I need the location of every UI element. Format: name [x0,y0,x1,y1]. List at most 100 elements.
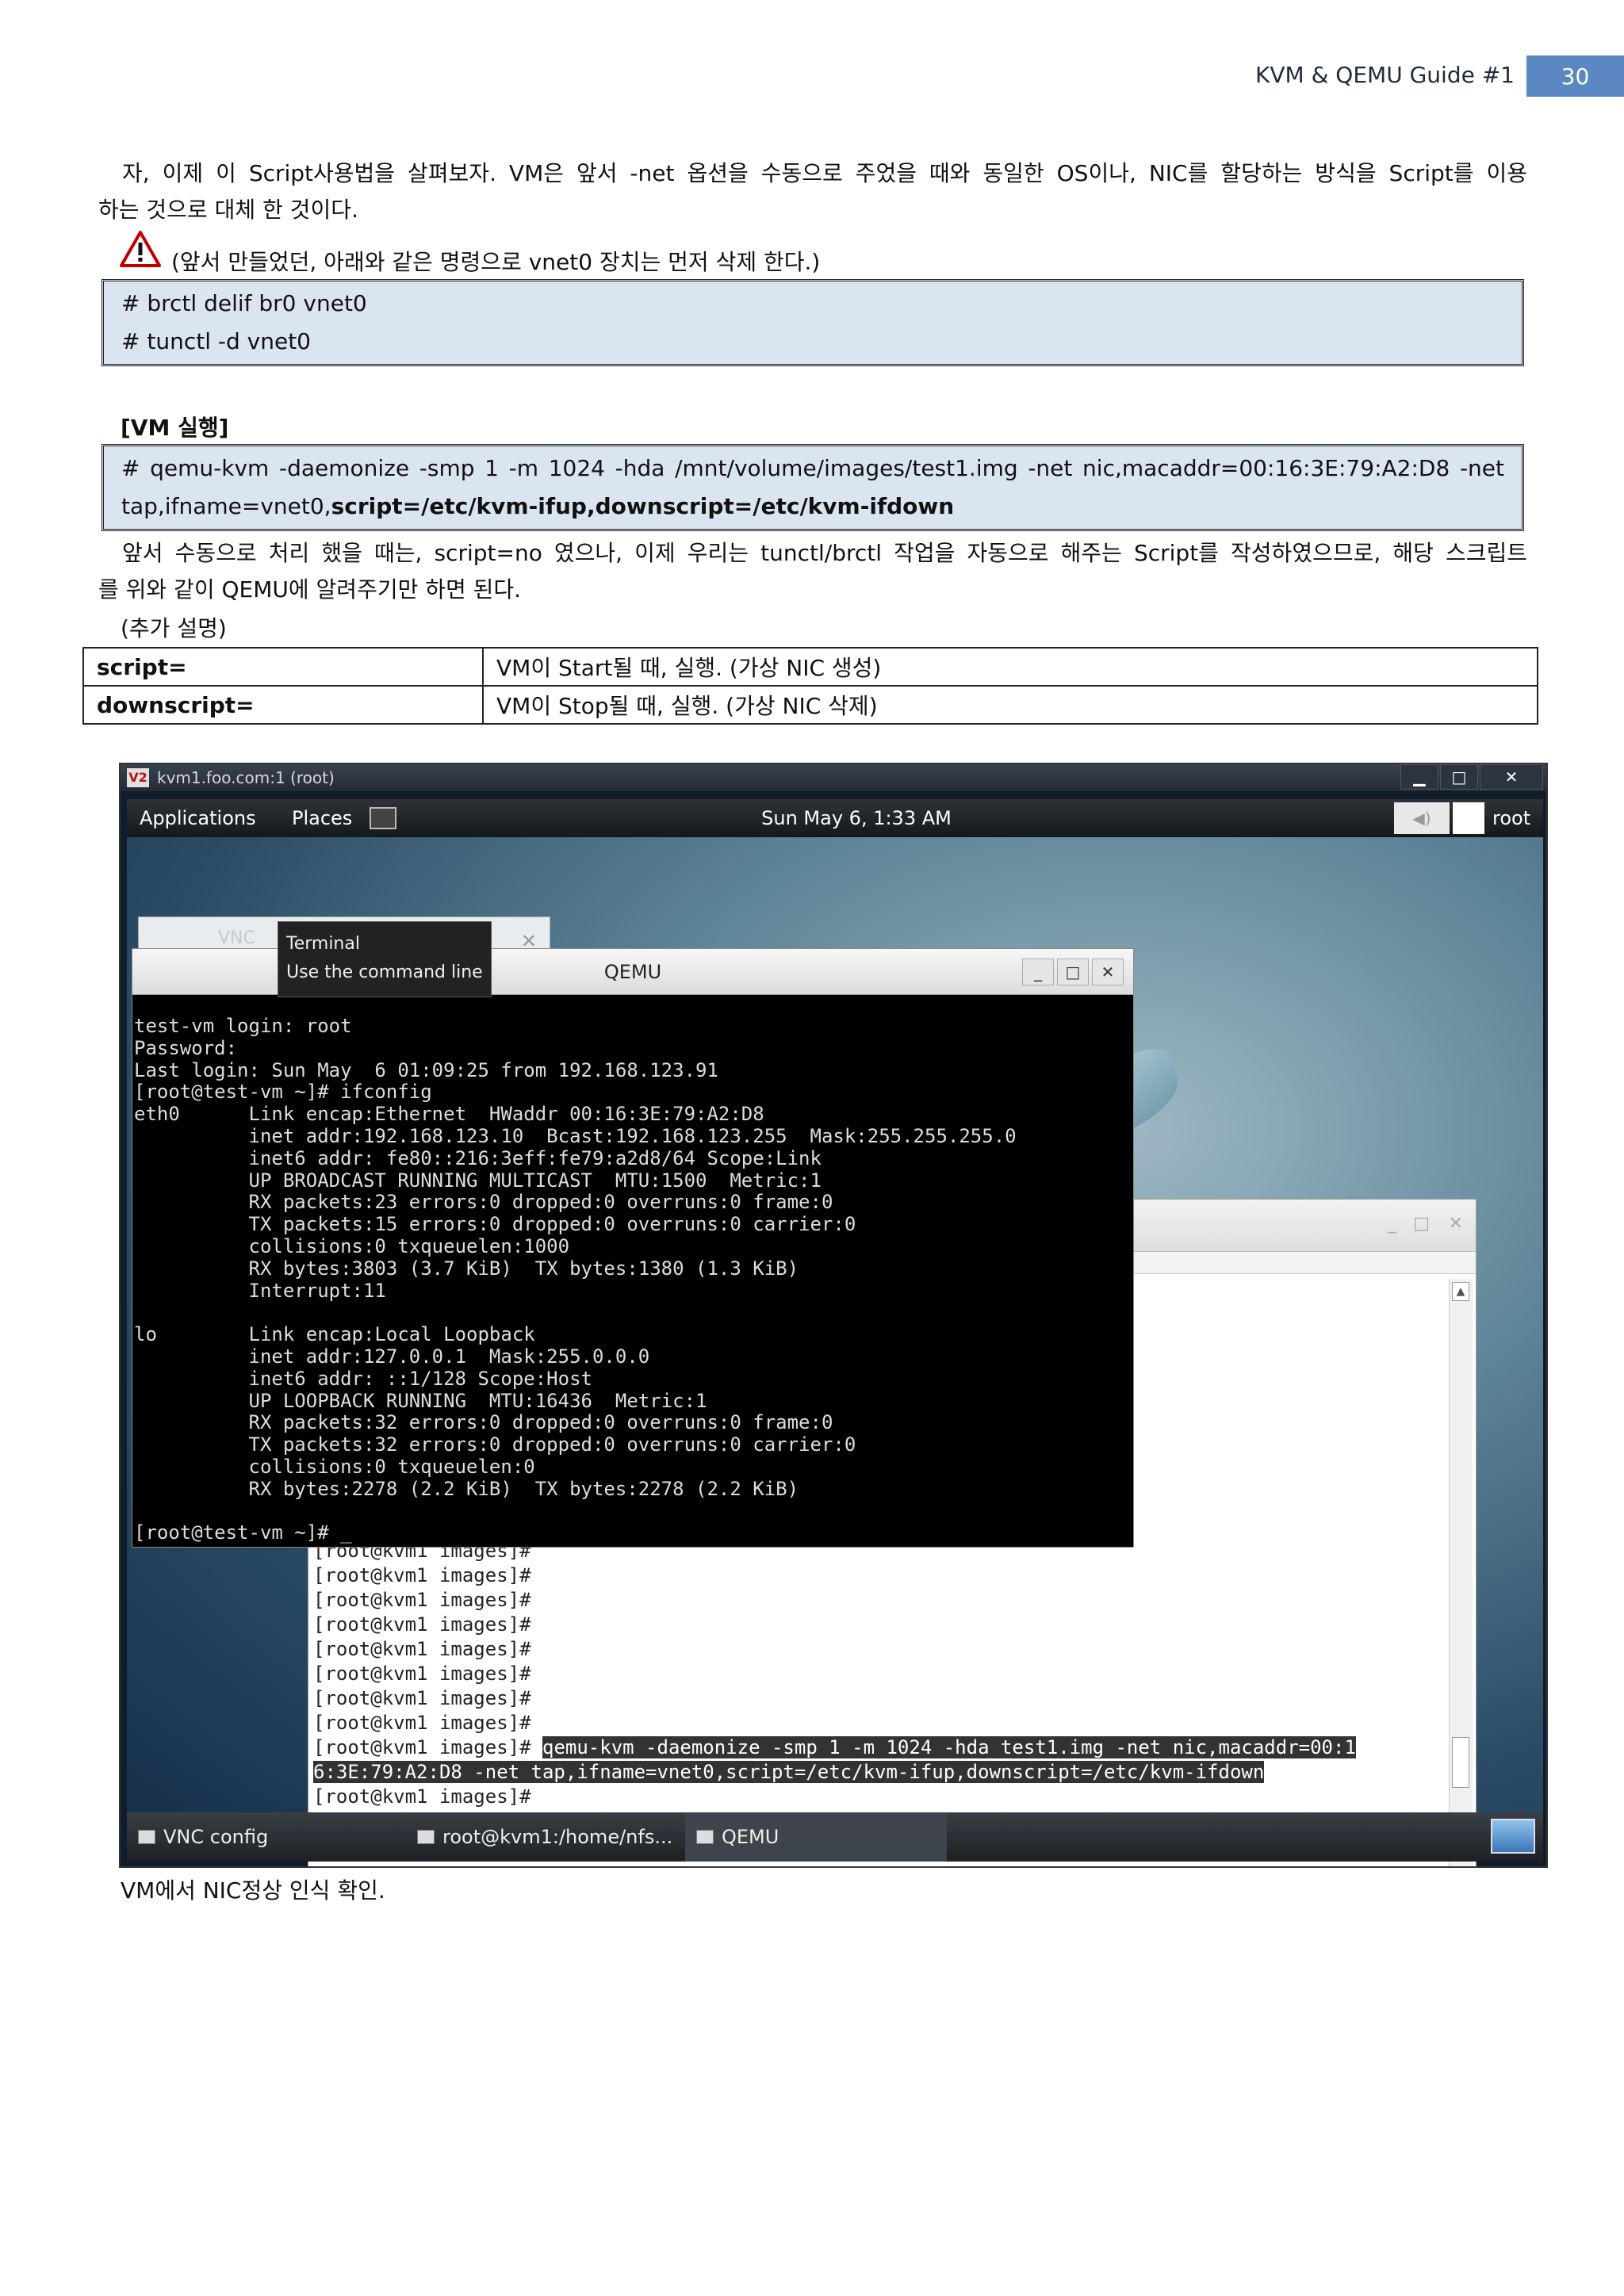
prompt-line: [root@kvm1 images]# [313,1564,531,1586]
code-line-tunctl: # tunctl -d vnet0 [121,328,311,354]
minimize-icon[interactable]: ▁ [1400,764,1438,790]
maximize-icon[interactable]: □ [1057,959,1089,985]
console-line: UP BROADCAST RUNNING MULTICAST MTU:1500 … [134,1169,822,1192]
page-number: 30 [1526,55,1624,97]
option-key: script= [82,647,484,687]
vnc-tab-label: VNC [218,928,255,948]
option-description: VM이 Stop될 때, 실행. (가상 NIC 삭제) [482,685,1538,725]
highlighted-command-1: qemu-kvm -daemonize -smp 1 -m 1024 -hda … [542,1736,1356,1758]
prompt-line: [root@kvm1 images]# [313,1785,531,1808]
prompt-line: [root@kvm1 images]# [313,1663,531,1685]
prompt-line: [root@kvm1 images]# [313,1687,531,1709]
highlighted-command-2: 6:3E:79:A2:D8 -net tap,ifname=vnet0,scri… [313,1761,1265,1783]
prompt-line: [root@kvm1 images]# [313,1613,531,1636]
scrollbar-thumb[interactable] [1452,1737,1469,1788]
maximize-icon[interactable]: □ [1440,764,1478,790]
vnc-logo-icon: V2 [127,768,149,787]
terminal-icon [417,1830,435,1844]
tooltip-description: Use the command line [286,962,483,982]
qemu-command-line-1: # qemu-kvm -daemonize -smp 1 -m 1024 -hd… [121,455,1504,481]
document-header-title: KVM & QEMU Guide #1 [1255,62,1515,88]
console-line: Interrupt:11 [134,1279,386,1302]
console-line: collisions:0 txqueuelen:1000 [134,1234,570,1257]
script-explanation-paragraph: 앞서 수동으로 처리 했을 때는, script=no 였으나, 이제 우리는 … [98,535,1527,608]
warning-icon [120,231,161,267]
close-icon[interactable]: ✕ [1480,764,1543,790]
gnome-top-panel: Applications Places Sun May 6, 1:33 AM ◀… [127,799,1543,837]
console-line: test-vm login: root [134,1015,352,1037]
prompt-line: [root@kvm1 images]# [313,1736,531,1758]
qemu-window-title: QEMU [603,961,662,983]
qemu-command-scripts: script=/etc/kvm-ifup,downscript=/etc/kvm… [331,493,955,519]
taskbar-item-vnc-config[interactable]: VNC config [127,1812,404,1862]
close-icon[interactable]: ✕ [1449,1214,1463,1234]
console-line: [root@test-vm ~]# ifconfig [134,1081,432,1104]
option-description: VM이 Start될 때, 실행. (가상 NIC 생성) [482,647,1538,687]
console-line: [root@test-vm ~]# _ [134,1521,352,1544]
scroll-up-icon[interactable]: ▲ [1452,1282,1469,1301]
maximize-icon[interactable]: □ [1413,1214,1430,1234]
vm-console-output[interactable]: test-vm login: root Password: Last login: … [132,995,1133,1565]
console-line: TX packets:32 errors:0 dropped:0 overrun… [134,1433,856,1456]
console-line: Last login: Sun May 6 01:09:25 from 192.… [134,1058,718,1081]
para2-line-2: 를 위와 같이 QEMU에 알려주기만 하면 된다. [98,576,522,603]
code-line-brctl: # brctl delif br0 vnet0 [121,290,367,316]
table-row: script= VM이 Start될 때, 실행. (가상 NIC 생성) [82,647,1538,687]
code-box-delete-vnet0: # brctl delif br0 vnet0 # tunctl -d vnet… [102,279,1524,366]
taskbar-label: VNC config [163,1826,269,1848]
scrollbar[interactable]: ▲ ▼ [1449,1279,1473,1866]
extra-explanation-label: (추가 설명) [121,615,227,641]
taskbar-item-host-terminal[interactable]: root@kvm1:/home/nfs... [406,1812,684,1862]
desktop-background: VNC ✕ _ □ ✕ ▲ ▼ [root@kvm1 images]# [roo… [127,837,1543,1866]
console-line: RX bytes:3803 (3.7 KiB) TX bytes:1380 (1… [134,1257,799,1280]
console-line: inet addr:127.0.0.1 Mask:255.0.0.0 [134,1345,650,1368]
minimize-icon[interactable]: _ [1022,959,1054,985]
taskbar-item-qemu[interactable]: QEMU [685,1812,947,1862]
table-row: downscript= VM이 Stop될 때, 실행. (가상 NIC 삭제) [82,685,1538,725]
bottom-taskbar: VNC config root@kvm1:/home/nfs... QEMU [127,1812,1543,1862]
console-line: RX bytes:2278 (2.2 KiB) TX bytes:2278 (2… [134,1477,799,1500]
show-desktop-icon[interactable] [1491,1819,1535,1854]
intro-line-2: 하는 것으로 대체 한 것이다. [98,197,358,223]
console-line: Password: [134,1036,238,1059]
console-line: inet6 addr: fe80::216:3eff:fe79:a2d8/64 … [134,1146,822,1169]
vnc-screenshot: kvm1.foo.com:1 (root) V2 ▁ □ ✕ Applicati… [119,763,1548,1868]
taskbar-label: root@kvm1:/home/nfs... [442,1826,673,1848]
console-line: collisions:0 txqueuelen:0 [134,1455,535,1478]
vnc-window-title: kvm1.foo.com:1 (root) [121,764,1546,791]
prompt-line: [root@kvm1 images]# [313,1589,531,1611]
console-line: RX packets:23 errors:0 dropped:0 overrun… [134,1191,833,1214]
panel-clock[interactable]: Sun May 6, 1:33 AM [737,799,975,837]
terminal-launcher-icon[interactable] [370,807,396,829]
intro-line-1: 자, 이제 이 Script사용법을 살펴보자. VM은 앞서 -net 옵션을… [122,160,1527,186]
warning-note: (앞서 만들었던, 아래와 같은 명령으로 vnet0 장치는 먼저 삭제 한다… [171,249,821,275]
host-terminal-output: [root@kvm1 images]# [root@kvm1 images]# … [313,1539,1356,1858]
console-line: inet addr:192.168.123.10 Bcast:192.168.1… [134,1124,1017,1147]
panel-applet[interactable] [1453,802,1484,834]
qemu-command-tap: tap,ifname=vnet0, [121,493,331,519]
script-options-table: script= VM이 Start될 때, 실행. (가상 NIC 생성) do… [82,647,1538,725]
console-line: eth0 Link encap:Ethernet HWaddr 00:16:3E… [134,1103,764,1126]
console-line: RX packets:32 errors:0 dropped:0 overrun… [134,1411,833,1434]
applications-menu[interactable]: Applications [140,799,256,837]
qemu-command-line-2: tap,ifname=vnet0,script=/etc/kvm-ifup,do… [121,493,954,519]
console-line: lo Link encap:Local Loopback [134,1323,535,1346]
window-icon [138,1830,155,1844]
volume-icon[interactable]: ◀) [1394,802,1450,834]
minimize-icon[interactable]: _ [1388,1214,1396,1234]
taskbar-label: QEMU [722,1826,779,1848]
para2-line-1: 앞서 수동으로 처리 했을 때는, script=no 였으나, 이제 우리는 … [122,540,1527,566]
close-icon[interactable]: ✕ [1092,959,1124,985]
vm-run-heading: [VM 실행] [121,415,229,441]
tooltip-title: Terminal [286,934,360,954]
prompt-line: [root@kvm1 images]# [313,1638,531,1660]
option-key: downscript= [82,685,484,725]
user-menu[interactable]: root [1492,799,1530,837]
console-line: TX packets:15 errors:0 dropped:0 overrun… [134,1213,856,1236]
screenshot-caption: VM에서 NIC정상 인식 확인. [121,1877,385,1904]
places-menu[interactable]: Places [292,799,352,837]
window-icon [696,1830,714,1844]
qemu-window[interactable]: QEMU _ □ ✕ test-vm login: root Password: L… [132,948,1134,1548]
